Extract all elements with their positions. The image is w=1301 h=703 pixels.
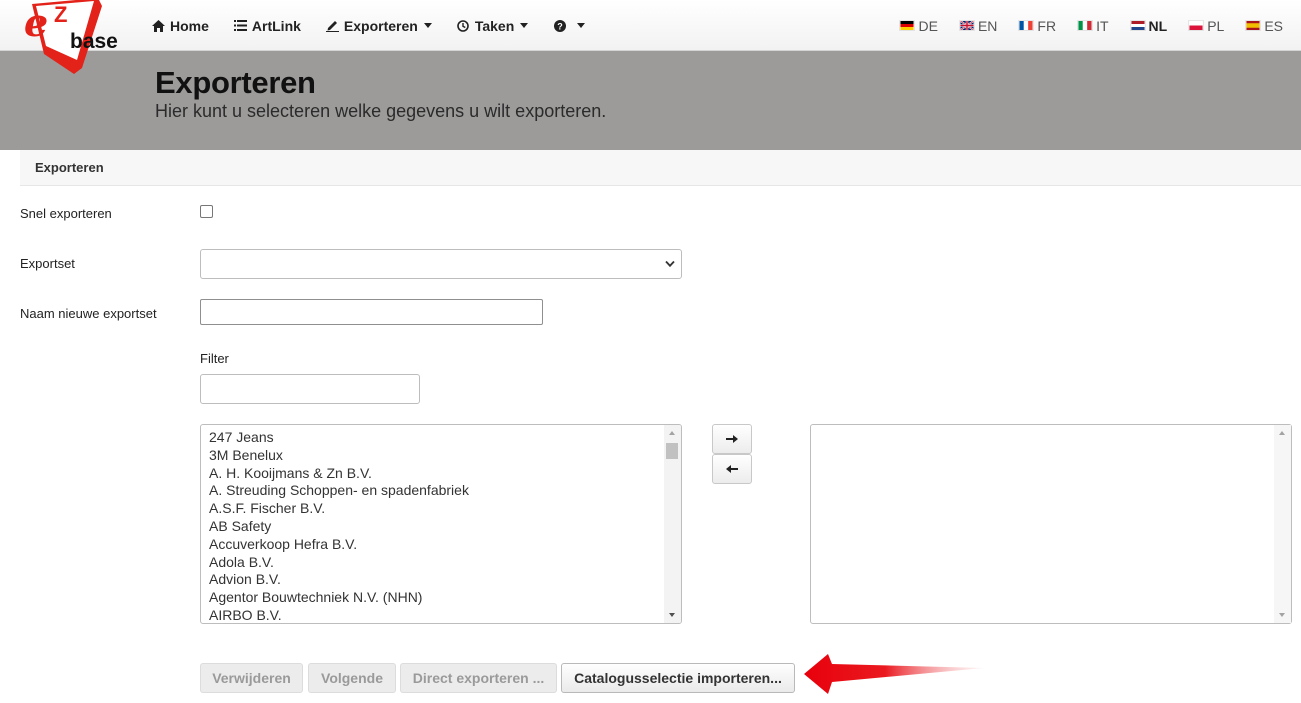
logo-letter-z: Z <box>54 2 67 27</box>
spain-flag-icon <box>1245 20 1262 31</box>
filter-label: Filter <box>200 351 229 366</box>
list-item[interactable]: 3M Benelux <box>209 447 681 465</box>
lang-de-label: DE <box>918 17 938 34</box>
nav-exporteren[interactable]: Exporteren <box>325 17 432 34</box>
lang-fr[interactable]: FR <box>1018 18 1056 34</box>
chevron-down-icon <box>520 23 529 28</box>
nav-home[interactable]: Home <box>152 18 209 34</box>
nav-exporteren-label: Exporteren <box>343 17 418 34</box>
move-left-button[interactable] <box>712 454 752 484</box>
lang-it[interactable]: IT <box>1077 17 1109 34</box>
nav-help[interactable]: ? <box>553 19 586 32</box>
clock-icon <box>457 19 470 32</box>
card-header: Exporteren <box>20 150 1301 186</box>
filter-input[interactable] <box>200 374 420 404</box>
home-icon <box>152 19 165 32</box>
list-item[interactable]: Accuverkoop Hefra B.V. <box>209 536 681 554</box>
svg-text:?: ? <box>557 21 563 31</box>
new-exportset-input[interactable] <box>200 299 543 325</box>
list-icon <box>233 19 247 32</box>
top-navbar: e Z base Home ArtLink Exporteren Taken ?… <box>0 0 1301 74</box>
list-item[interactable]: Adola B.V. <box>209 554 681 572</box>
italy-flag-icon <box>1077 20 1094 31</box>
next-button[interactable]: Volgende <box>308 663 396 693</box>
nav-taken[interactable]: Taken <box>457 17 529 34</box>
logo-text-base: base <box>70 30 118 53</box>
quick-export-checkbox[interactable] <box>200 205 213 218</box>
lang-nl[interactable]: NL <box>1129 17 1168 34</box>
ezbase-logo[interactable]: e Z base <box>18 0 122 78</box>
lang-it-label: IT <box>1096 17 1109 34</box>
available-items-list[interactable]: 247 Jeans 3M Benelux A. H. Kooijmans & Zn … <box>200 424 682 624</box>
lang-fr-label: FR <box>1037 17 1057 34</box>
arrow-left-icon <box>726 465 738 473</box>
list-item[interactable]: Advion B.V. <box>209 571 681 589</box>
delete-button[interactable]: Verwijderen <box>200 663 303 693</box>
page-header: Exporteren Hier kunt u selecteren welke … <box>0 51 1301 150</box>
direct-export-button[interactable]: Direct exporteren ... <box>400 663 557 693</box>
page-subtitle: Hier kunt u selecteren welke gegevens u … <box>155 101 607 121</box>
nav-home-label: Home <box>170 17 209 34</box>
nav-artlink[interactable]: ArtLink <box>233 17 301 34</box>
list-item[interactable]: Agentor Bouwtechniek N.V. (NHN) <box>209 589 681 607</box>
red-arrow-annotation-icon <box>804 654 984 694</box>
netherlands-flag-icon <box>1129 20 1146 31</box>
scrollbar-thumb[interactable] <box>666 443 678 459</box>
list-item[interactable]: A. H. Kooijmans & Zn B.V. <box>209 465 681 483</box>
move-right-button[interactable] <box>712 424 752 454</box>
import-catalog-selection-button[interactable]: Catalogusselectie importeren... <box>561 663 795 693</box>
page-title: Exporteren <box>155 65 316 100</box>
scroll-up-icon[interactable] <box>669 431 675 435</box>
new-exportset-label: Naam nieuwe exportset <box>20 306 157 321</box>
logo-letter-e: e <box>24 0 48 45</box>
france-flag-icon <box>1018 20 1035 31</box>
lang-nl-label: NL <box>1148 17 1168 34</box>
arrow-right-icon <box>726 435 738 443</box>
lang-es[interactable]: ES <box>1245 18 1283 34</box>
list-item[interactable]: 247 Jeans <box>209 429 681 447</box>
poland-flag-icon <box>1188 20 1205 31</box>
scroll-up-icon[interactable] <box>1279 431 1285 435</box>
quick-export-label: Snel exporteren <box>20 206 112 221</box>
lang-pl[interactable]: PL <box>1188 18 1224 34</box>
scroll-down-icon[interactable] <box>669 613 675 617</box>
scroll-down-icon[interactable] <box>1279 613 1285 617</box>
language-switcher: DE EN FR IT NL PL ES <box>878 0 1283 51</box>
exportset-label: Exportset <box>20 256 75 271</box>
lang-en[interactable]: EN <box>958 17 998 34</box>
chevron-down-icon <box>423 23 432 28</box>
scrollbar[interactable] <box>664 425 681 623</box>
nav-taken-label: Taken <box>474 17 515 34</box>
available-items: 247 Jeans 3M Benelux A. H. Kooijmans & Zn … <box>201 425 681 623</box>
lang-es-label: ES <box>1264 17 1283 34</box>
list-item[interactable]: A.S.F. Fischer B.V. <box>209 500 681 518</box>
nav-artlink-label: ArtLink <box>251 17 301 34</box>
list-item[interactable]: A. Streuding Schoppen- en spadenfabriek <box>209 482 681 500</box>
chevron-down-icon <box>665 260 675 268</box>
signature-icon <box>325 19 339 32</box>
scrollbar[interactable] <box>1274 425 1291 623</box>
chevron-down-icon <box>577 23 586 28</box>
list-item[interactable]: AB Safety <box>209 518 681 536</box>
exportset-select[interactable] <box>200 249 682 279</box>
lang-pl-label: PL <box>1207 17 1225 34</box>
list-item[interactable]: AIRBO B.V. <box>209 607 681 623</box>
uk-flag-icon <box>958 20 975 31</box>
germany-flag-icon <box>899 20 916 31</box>
lang-de[interactable]: DE <box>899 17 938 34</box>
question-circle-icon: ? <box>553 19 566 32</box>
lang-en-label: EN <box>977 17 998 34</box>
selected-items-list[interactable] <box>810 424 1292 624</box>
